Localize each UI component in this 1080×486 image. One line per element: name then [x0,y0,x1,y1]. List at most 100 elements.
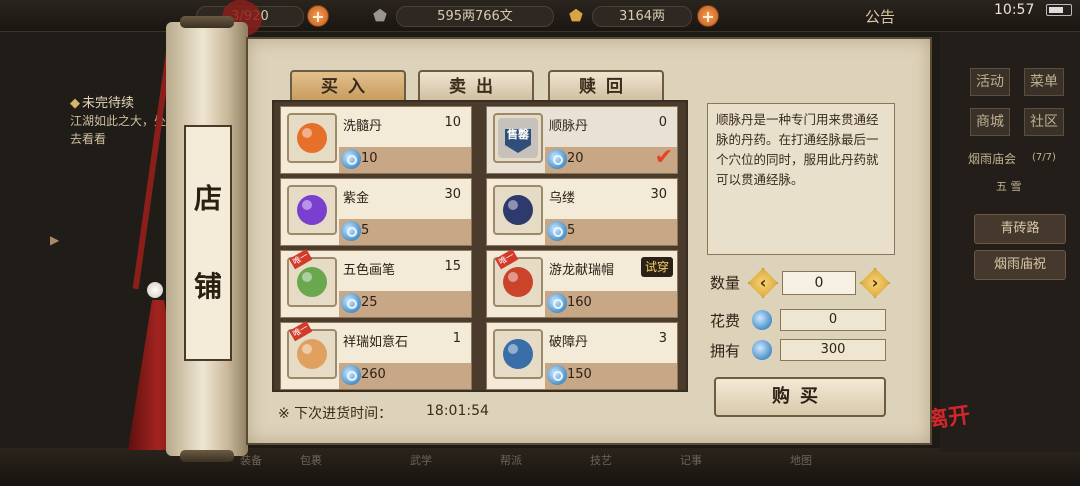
item-name: 五色画笔 [343,263,396,278]
shop-sign: 店 铺 [184,125,232,361]
item-stock: 10 [444,115,461,130]
item-name: 洗髓丹 [343,119,383,134]
bottom-menu-item[interactable]: 装备 [240,452,262,482]
notice-button[interactable]: 公告 [865,6,895,27]
gold-plus-button[interactable]: + [697,5,719,27]
dragon-hat-icon: 唯一 [493,249,543,307]
item-stock: 1 [452,331,461,346]
silver-ingot-icon: ⬟ [373,6,387,25]
shop-item-card[interactable]: 唯一 游龙献瑞帽 试穿 160 [486,249,678,318]
owned-label: 拥有 [710,342,741,360]
currency-coin-icon [547,365,567,385]
menu-button[interactable]: 菜单 [1024,68,1064,96]
bottom-menu-item[interactable]: 地图 [790,452,812,482]
shop-item-card[interactable]: 唯一 祥瑞如意石 1 260 [280,321,472,390]
tab-buy[interactable]: 买入 [290,70,406,104]
brush-icon: 唯一 [287,249,337,307]
item-name: 紫金 [343,191,370,206]
currency-coin-icon [341,221,361,241]
bottom-menu-item[interactable]: 技艺 [590,452,612,482]
sold-out-icon: 售罄 [493,113,543,163]
item-grid[interactable]: 洗髓丹 10 10 售罄 顺脉丹 0 20 ✔ 紫金 30 5 乌缕 30 5 唯一 五色画笔 15 25 唯一 游龙… [272,100,688,392]
price-bar: 260 [339,363,471,389]
cost-label: 花费 [710,312,741,330]
item-price: 5 [567,223,576,238]
price-bar: 160 [545,291,677,317]
price-bar: 5 [545,219,677,245]
item-stock: 15 [444,259,461,274]
item-price: 25 [361,295,378,310]
lucky-stone-icon: 唯一 [287,321,337,379]
price-bar: 5 [339,219,471,245]
tab-sell[interactable]: 卖出 [418,70,534,104]
owned-value: 300 [780,339,886,361]
item-price: 5 [361,223,370,238]
shop-item-card[interactable]: 破障丹 3 150 [486,322,678,390]
community-button[interactable]: 社区 [1024,108,1064,136]
shop-item-card[interactable]: 乌缕 30 5 [486,178,678,246]
activity-button[interactable]: 活动 [970,68,1010,96]
try-on-button[interactable]: 试穿 [640,257,673,277]
price-bar: 150 [545,363,677,389]
expand-arrow-icon[interactable]: ▶ [50,233,59,247]
temple-keeper-button[interactable]: 烟雨庙祝 [974,250,1066,280]
silver-value: 595两766文 [437,9,513,24]
bag-plus-button[interactable]: + [307,5,329,27]
item-price: 150 [567,367,592,382]
shop-item-card[interactable]: 唯一 五色画笔 15 25 [280,249,472,318]
item-description: 顺脉丹是一种专门用来贯通经脉的丹药。在打通经脉最后一个穴位的同时，服用此丹药就可… [707,103,895,255]
buy-button[interactable]: 购买 [714,377,886,417]
restock-label: ※ 下次进货时间： [278,406,393,422]
bottom-menu-item[interactable]: 包裹 [300,452,322,482]
shop-sign-char-2: 铺 [193,270,222,303]
item-stock: 3 [658,331,667,346]
item-name: 破障丹 [549,335,589,350]
item-price: 260 [361,367,386,382]
shop-item-card[interactable]: 洗髓丹 10 10 [280,106,472,174]
mall-button[interactable]: 商城 [970,108,1010,136]
silver-amount: 595两766文 [396,6,554,27]
item-price: 10 [361,151,378,166]
item-price: 160 [567,295,592,310]
quantity-field[interactable]: 0 [782,271,856,295]
quantity-label: 数量 [710,274,741,292]
blue-orb-icon [493,329,543,379]
item-name: 顺脉丹 [549,119,589,134]
currency-coin-icon [547,221,567,241]
shop-item-card[interactable]: 紫金 30 5 [280,178,472,246]
gold-amount: 3164两 [592,6,692,27]
bottom-menu-item[interactable]: 武学 [410,452,432,482]
item-name: 祥瑞如意石 [343,335,409,350]
system-clock: 10:57 [994,2,1035,18]
bottom-menu-item[interactable]: 记事 [680,452,702,482]
cost-value: 0 [780,309,886,331]
tassel-bead [147,282,163,298]
shop-sign-char-1: 店 [193,182,222,215]
currency-coin-icon [341,149,361,169]
road-label: 青砖路 [1000,221,1040,236]
currency-coin-icon [547,149,567,169]
bottom-menu-item[interactable]: 帮派 [500,452,522,482]
currency-coin-icon [547,293,567,313]
quest-title[interactable]: 未完待续 [70,92,134,111]
price-bar: 25 [339,291,471,317]
gold-ingot-icon: ⬟ [569,6,583,25]
thread-spool-icon [493,185,543,235]
item-name: 游龙献瑞帽 [549,263,615,278]
currency-coin-icon [752,340,772,360]
road-button[interactable]: 青砖路 [974,214,1066,244]
battery-icon [1046,4,1072,16]
item-stock: 30 [650,187,667,202]
pill-bowl-icon [287,113,337,163]
purple-gem-icon [287,185,337,235]
restock-timer: 18:01:54 [426,403,489,419]
bottom-menu-bar [0,448,1080,486]
event-name: 烟雨庙会 [968,152,1017,166]
quest-description[interactable]: 江湖如此之大，处去看看 [70,112,166,148]
event-sub: 五 雪 [996,180,1022,193]
temple-label: 烟雨庙祝 [993,257,1046,272]
item-price: 20 [567,151,584,166]
tab-redeem[interactable]: 赎回 [548,70,664,104]
event-count: (7/7) [1032,152,1056,163]
shop-item-card[interactable]: 售罄 顺脉丹 0 20 ✔ [486,106,678,174]
